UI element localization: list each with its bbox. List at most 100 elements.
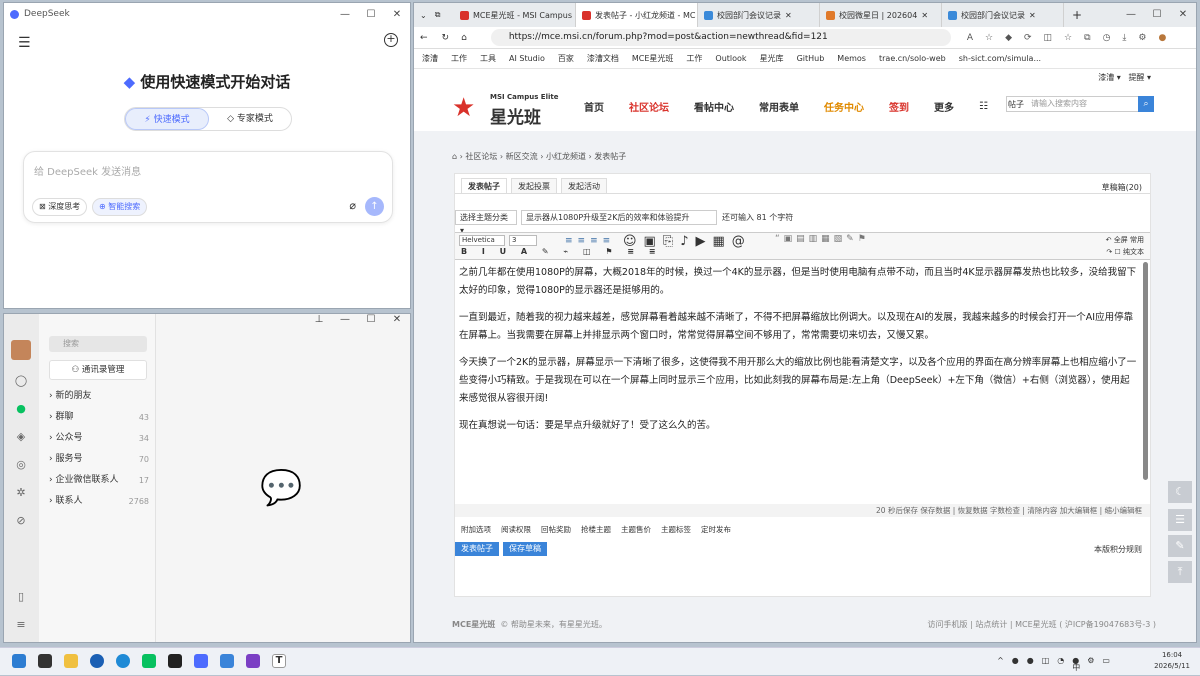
menu-icon[interactable]: ≡	[14, 618, 28, 632]
send-button[interactable]: ↑	[365, 197, 384, 216]
subject-input[interactable]: 显示器从1080P升级至2K后的效率和体验提升	[521, 210, 717, 225]
topic-category-select[interactable]: 选择主题分类 ▾	[455, 210, 517, 235]
plain-text-checkbox[interactable]: 纯文本	[1123, 248, 1144, 256]
close-button[interactable]: ✕	[384, 314, 410, 325]
list-item[interactable]: › 群聊 43	[39, 407, 155, 428]
notify-link[interactable]: 提醒	[1128, 73, 1144, 82]
close-button[interactable]: ✕	[1170, 3, 1196, 27]
attach-icon[interactable]: ⌀	[349, 199, 356, 212]
avatar[interactable]	[11, 340, 31, 360]
back-icon[interactable]: ←	[420, 33, 428, 43]
favorites-icon[interactable]: ◈	[14, 430, 28, 444]
list-icon[interactable]: ☷	[979, 101, 988, 112]
font-select[interactable]: Helvetica	[459, 235, 505, 246]
footer-links[interactable]: 访问手机版 | 站点统计 | MCE星光班 ( 沪ICP备19047683号-3…	[928, 619, 1156, 630]
option-link[interactable]: 主题标签	[661, 524, 691, 535]
post-type-tab[interactable]: 发表帖子	[461, 178, 507, 193]
editor-scrollbar[interactable]	[1143, 262, 1148, 480]
moments-icon[interactable]: ◎	[14, 458, 28, 472]
option-link[interactable]: 抢楼主题	[581, 524, 611, 535]
user-link[interactable]: 漆漕	[1098, 73, 1114, 82]
save-draft-button[interactable]: 保存草稿	[503, 542, 547, 556]
home-icon[interactable]: ⌂	[461, 33, 467, 43]
profile-icon[interactable]: ●	[1158, 33, 1166, 43]
pin-button[interactable]: ⊥	[306, 314, 332, 325]
bookmark-item[interactable]: 工作	[451, 53, 467, 64]
expert-mode-button[interactable]: ◇ 专家模式	[209, 108, 291, 130]
tab-item[interactable]: 校园部门会议记录 ✕	[942, 3, 1064, 27]
clock[interactable]: 16:04 2026/5/11	[1154, 650, 1190, 672]
nav-link[interactable]: 常用表单	[759, 87, 799, 131]
extension-icon[interactable]: ◆	[1005, 33, 1012, 43]
maximize-button[interactable]: ☐	[1144, 3, 1170, 27]
option-link[interactable]: 附加选项	[461, 524, 491, 535]
search-button[interactable]: ⌕	[1138, 96, 1154, 112]
bookmark-item[interactable]: Outlook	[715, 54, 746, 63]
post-type-tab[interactable]: 发起投票	[511, 178, 557, 193]
post-type-tab[interactable]: 发起活动	[561, 178, 607, 193]
deep-think-button[interactable]: ⊠ 深度思考	[32, 198, 88, 216]
edit-icon[interactable]: ✎	[1168, 535, 1192, 557]
tab-menu-icon[interactable]: ⌄	[420, 11, 427, 20]
minimize-button[interactable]: —	[332, 9, 358, 20]
pointer-app-icon[interactable]	[220, 654, 234, 668]
deepseek-icon[interactable]	[194, 654, 208, 668]
fullscreen-button[interactable]: 全屏	[1114, 236, 1128, 244]
search-input[interactable]: 搜索	[49, 336, 147, 352]
drafts-link[interactable]: 草稿箱(20)	[1102, 182, 1142, 193]
bookmark-item[interactable]: 星光库	[760, 53, 784, 64]
bookmark-item[interactable]: 百家	[558, 53, 574, 64]
bookmark-item[interactable]: GitHub	[797, 54, 825, 63]
typora-icon[interactable]: T	[272, 654, 286, 668]
phone-icon[interactable]: ▯	[14, 590, 28, 604]
message-placeholder[interactable]: 给 DeepSeek 发送消息	[34, 163, 141, 178]
tab-item[interactable]: 校园微星日 | 202604 ✕	[820, 3, 942, 27]
minimize-button[interactable]: —	[332, 314, 358, 325]
bookmark-item[interactable]: 工具	[480, 53, 496, 64]
tab-close-icon[interactable]: ✕	[1029, 11, 1036, 20]
list-item[interactable]: › 公众号 34	[39, 428, 155, 449]
common-button[interactable]: 常用	[1130, 236, 1144, 244]
favorites-icon[interactable]: ☆	[1064, 33, 1072, 43]
refresh-ext-icon[interactable]: ⟳	[1024, 33, 1032, 43]
refresh-icon[interactable]: ↻	[442, 33, 450, 43]
option-link[interactable]: 主题售价	[621, 524, 651, 535]
search-input[interactable]: 请输入搜索内容	[1006, 96, 1152, 112]
tab-item[interactable]: 校园部门会议记录 ✕	[698, 3, 820, 27]
downloads-icon[interactable]: ⤓	[1122, 33, 1126, 43]
bookmark-item[interactable]: MCE星光班	[632, 53, 674, 64]
contacts-icon[interactable]: ●	[14, 402, 28, 416]
smart-search-button[interactable]: ⊕ 智能搜索	[92, 198, 148, 216]
split-screen-icon[interactable]: ◫	[1044, 33, 1053, 43]
minimize-button[interactable]: —	[1118, 3, 1144, 27]
list-item[interactable]: › 新的朋友	[39, 386, 155, 407]
nav-link[interactable]: 社区论坛	[629, 87, 669, 131]
edge-icon[interactable]	[116, 654, 130, 668]
search-type-label[interactable]: 帖子	[1008, 99, 1024, 110]
wechat-icon[interactable]	[142, 654, 156, 668]
bookmark-item[interactable]: sh-sict.com/simula...	[959, 54, 1041, 63]
nav-link[interactable]: 首页	[584, 87, 604, 131]
bookmark-item[interactable]: Memos	[837, 54, 866, 63]
maximize-button[interactable]: ☐	[358, 9, 384, 20]
bookmark-item[interactable]: 工作	[686, 53, 702, 64]
post-button[interactable]: 发表帖子	[455, 542, 499, 556]
start-icon[interactable]	[12, 654, 26, 668]
bookmark-item[interactable]: 漆漕	[422, 53, 438, 64]
dark-mode-icon[interactable]: ☾	[1168, 481, 1192, 503]
content-editor[interactable]: 之前几年都在使用1080P的屏幕，大概2018年的时候，换过一个4K的显示器，但…	[455, 262, 1142, 500]
list-item[interactable]: › 企业微信联系人 17	[39, 470, 155, 491]
onenote-icon[interactable]	[246, 654, 260, 668]
tab-close-icon[interactable]: ✕	[921, 11, 928, 20]
search-discover-icon[interactable]: ⊘	[14, 514, 28, 528]
terminal-icon[interactable]	[168, 654, 182, 668]
list-item[interactable]: › 服务号 70	[39, 449, 155, 470]
new-tab-button[interactable]: +	[1072, 3, 1082, 27]
size-select[interactable]: 3	[509, 235, 537, 246]
favorite-star-icon[interactable]: ☆	[985, 33, 993, 43]
nav-link[interactable]: 签到	[889, 87, 909, 131]
option-link[interactable]: 阅读权限	[501, 524, 531, 535]
list-view-icon[interactable]: ☰	[1168, 509, 1192, 531]
list-item[interactable]: › 联系人 2768	[39, 491, 155, 512]
back-to-top-icon[interactable]: ⤒	[1168, 561, 1192, 583]
